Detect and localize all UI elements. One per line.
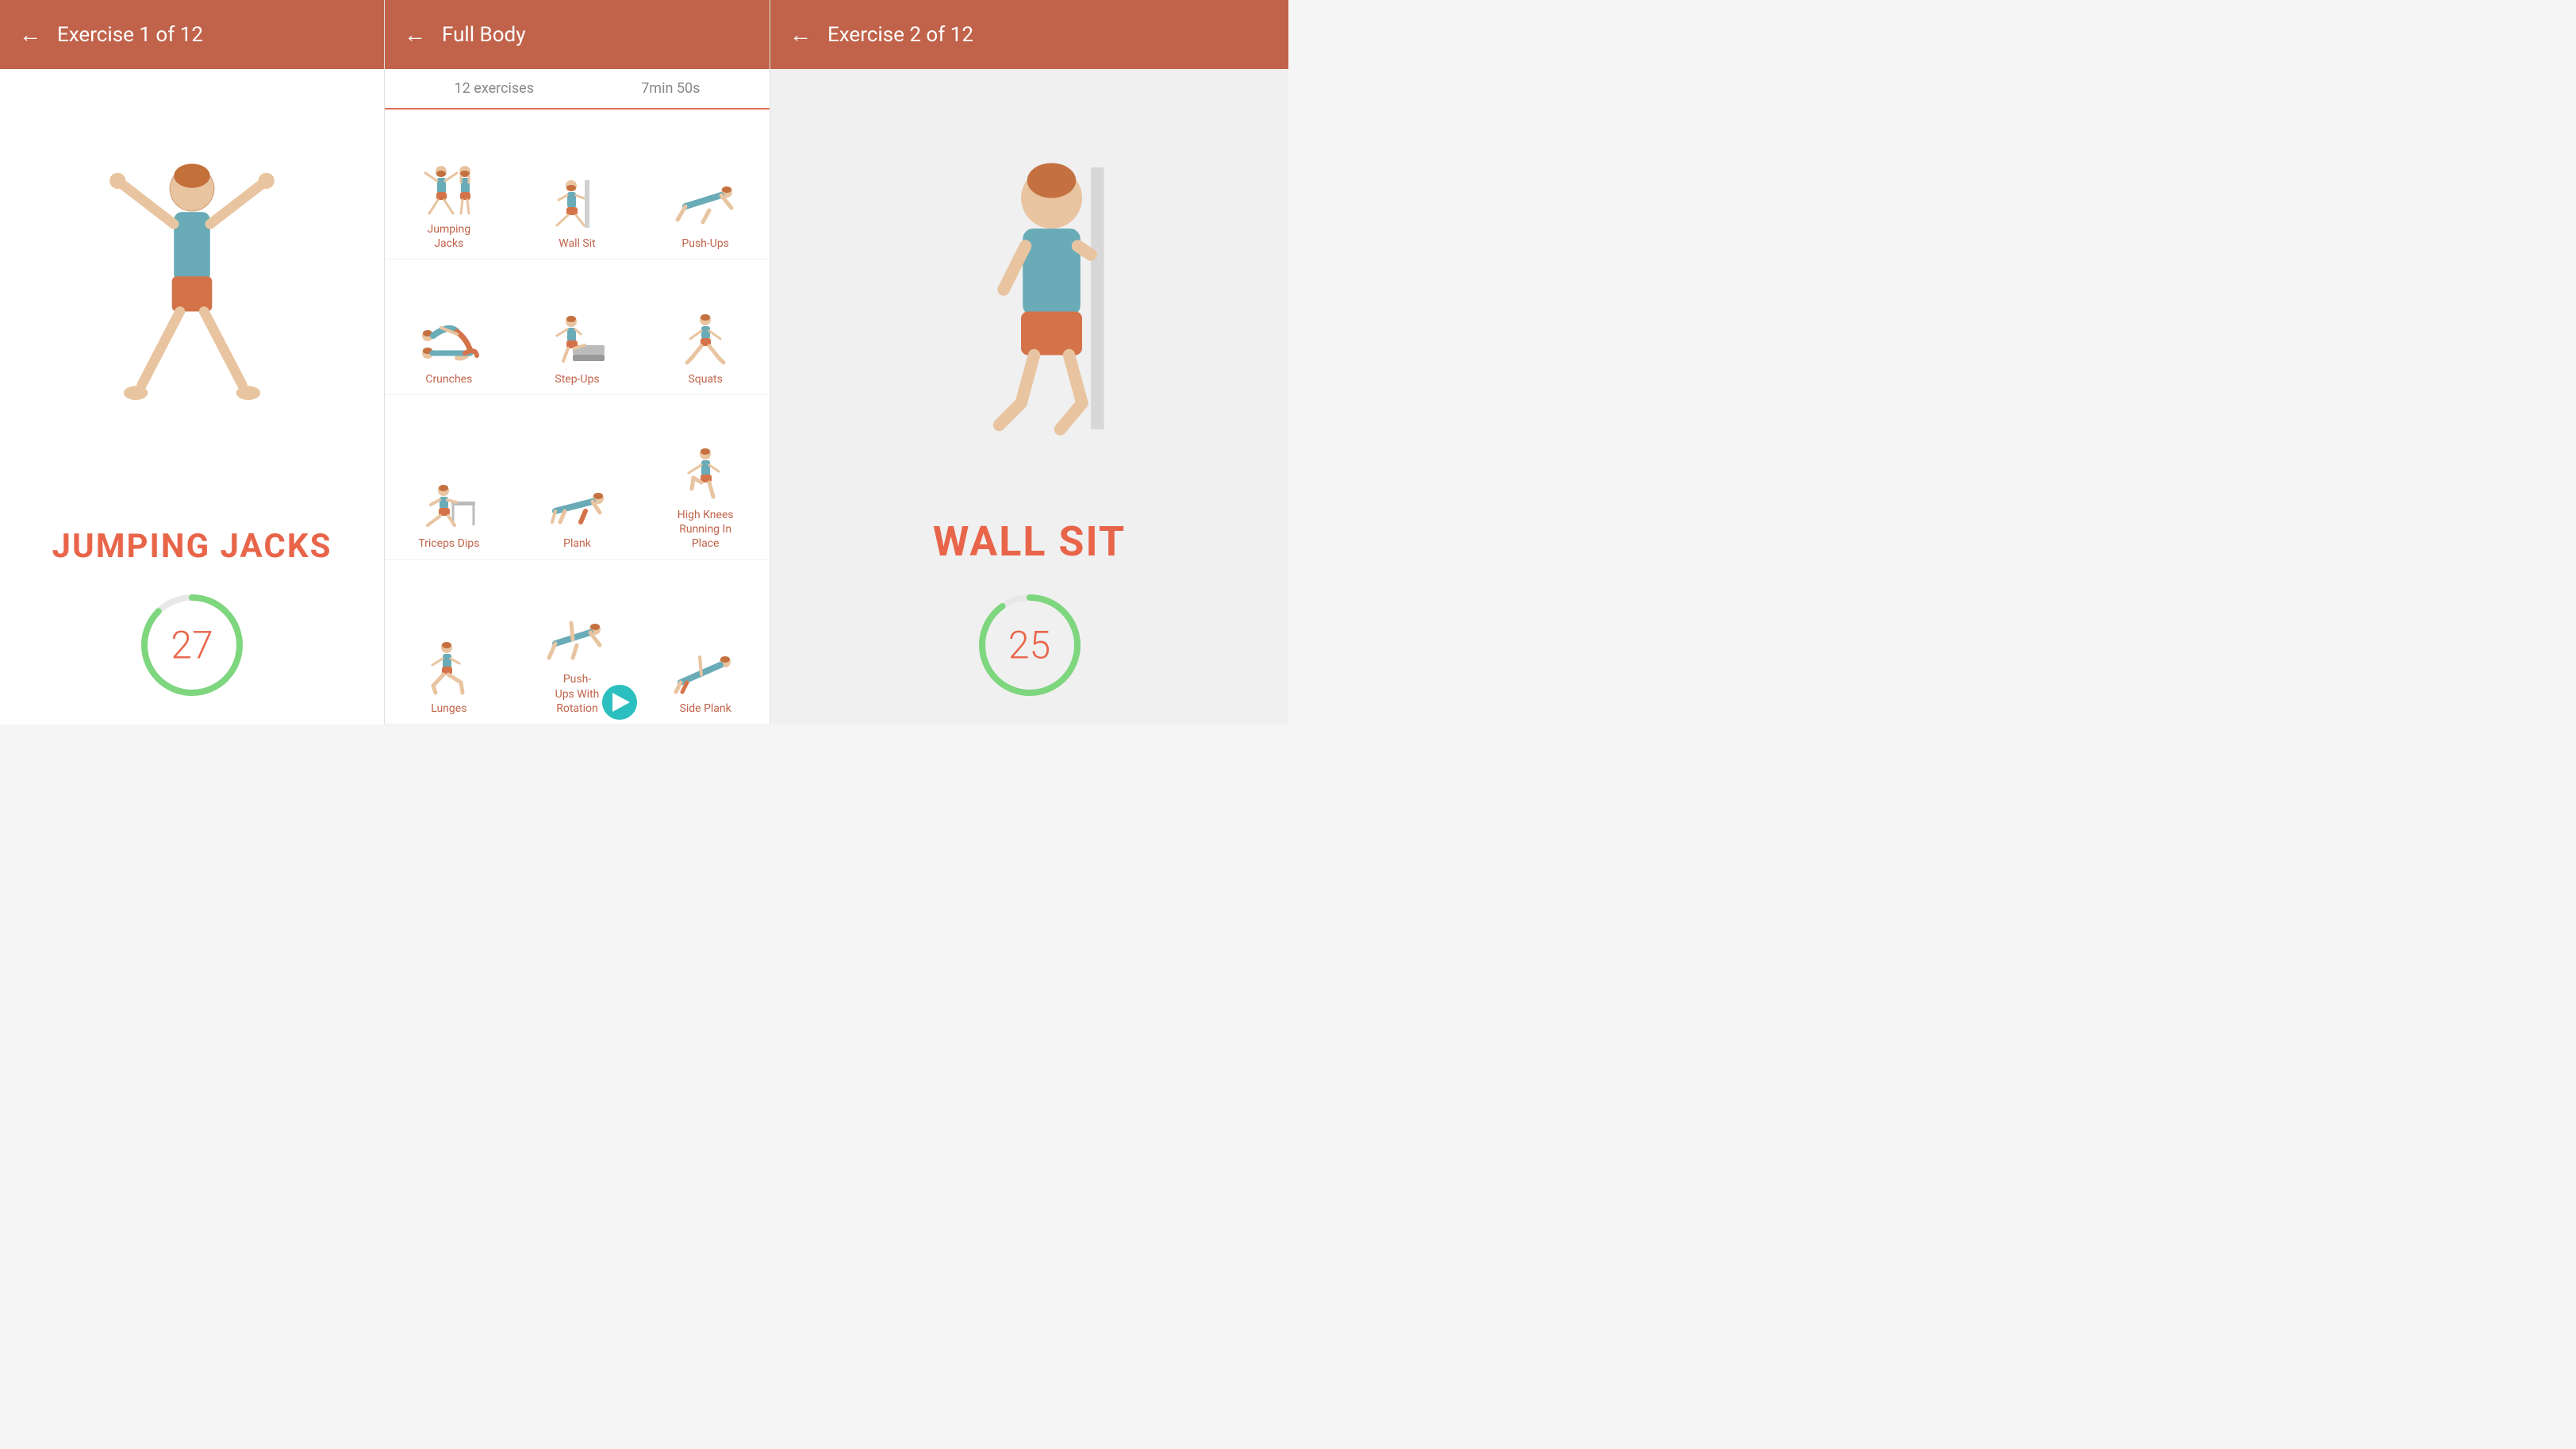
exercise-cell-triceps-dips[interactable]: Triceps Dips xyxy=(385,395,513,559)
step-ups-icon xyxy=(541,312,612,367)
play-button[interactable] xyxy=(602,685,637,720)
left-header-title: Exercise 1 of 12 xyxy=(57,23,203,47)
exercise-label-push-ups-rotation: Push-Ups WithRotation xyxy=(555,672,600,716)
exercise-cell-squats[interactable]: Squats xyxy=(641,259,770,395)
right-timer-number: 25 xyxy=(1008,623,1050,668)
exercises-grid: JumpingJacks Wall Sit xyxy=(385,110,770,724)
left-timer-number: 27 xyxy=(171,623,213,668)
exercises-count: 12 exercises xyxy=(455,80,534,97)
exercise-cell-jumping-jacks[interactable]: JumpingJacks xyxy=(385,110,513,259)
exercise-cell-step-ups[interactable]: Step-Ups xyxy=(513,259,642,395)
plank-icon xyxy=(541,476,612,532)
exercise-label-plank: Plank xyxy=(563,536,591,551)
exercise-label-push-ups: Push-Ups xyxy=(681,236,729,251)
exercise-label-jumping-jacks: JumpingJacks xyxy=(428,222,471,251)
crunches-icon xyxy=(413,312,485,367)
lunges-icon xyxy=(413,641,485,697)
center-header: ← Full Body xyxy=(385,0,770,69)
left-exercise-figure xyxy=(0,69,384,519)
right-timer-container: 25 xyxy=(770,574,1288,724)
exercise-cell-high-knees[interactable]: High KneesRunning InPlace xyxy=(641,395,770,559)
left-back-button[interactable]: ← xyxy=(19,21,41,48)
center-panel: ← Full Body 12 exercises 7min 50s xyxy=(384,0,770,724)
exercise-label-step-ups: Step-Ups xyxy=(555,372,599,386)
side-plank-icon xyxy=(670,641,741,697)
push-ups-icon xyxy=(670,176,741,232)
exercise-cell-crunches[interactable]: Crunches xyxy=(385,259,513,395)
exercise-cell-lunges[interactable]: Lunges xyxy=(385,560,513,724)
right-header-title: Exercise 2 of 12 xyxy=(827,23,973,47)
exercise-label-triceps-dips: Triceps Dips xyxy=(418,536,479,551)
exercise-label-high-knees: High KneesRunning InPlace xyxy=(678,508,734,552)
center-back-button[interactable]: ← xyxy=(404,21,426,48)
exercise-cell-plank[interactable]: Plank xyxy=(513,395,642,559)
exercise-label-side-plank: Side Plank xyxy=(680,701,731,716)
exercise-label-wall-sit: Wall Sit xyxy=(559,236,595,251)
right-back-button[interactable]: ← xyxy=(789,21,812,48)
left-exercise-name: JUMPING JACKS xyxy=(0,519,384,574)
right-timer-circle: 25 xyxy=(974,590,1085,701)
workout-duration: 7min 50s xyxy=(641,80,700,97)
exercise-cell-side-plank[interactable]: Side Plank xyxy=(641,560,770,724)
center-header-title: Full Body xyxy=(442,23,526,47)
right-exercise-figure xyxy=(770,69,1288,509)
left-panel: ← Exercise 1 of 12 xyxy=(0,0,384,724)
wall-sit-icon xyxy=(541,176,612,232)
jumping-jacks-icon xyxy=(413,162,485,217)
right-panel: ← Exercise 2 of 12 WALL SIT xyxy=(770,0,1288,724)
exercise-label-crunches: Crunches xyxy=(425,372,472,386)
workout-stats: 12 exercises 7min 50s xyxy=(385,69,770,110)
exercise-label-squats: Squats xyxy=(688,372,722,386)
left-header: ← Exercise 1 of 12 xyxy=(0,0,384,69)
jumping-jacks-svg xyxy=(57,144,327,445)
right-exercise-name: WALL SIT xyxy=(770,509,1288,574)
wall-sit-svg xyxy=(879,115,1181,464)
squats-icon xyxy=(670,312,741,367)
exercise-cell-push-ups-rotation[interactable]: Push-Ups WithRotation xyxy=(513,560,642,724)
triceps-dips-icon xyxy=(413,476,485,532)
right-header: ← Exercise 2 of 12 xyxy=(770,0,1288,69)
left-timer-container: 27 xyxy=(0,574,384,724)
high-knees-icon xyxy=(670,448,741,503)
exercise-cell-push-ups[interactable]: Push-Ups xyxy=(641,110,770,259)
exercise-label-lunges: Lunges xyxy=(431,701,466,716)
exercise-cell-wall-sit[interactable]: Wall Sit xyxy=(513,110,642,259)
push-ups-rotation-icon xyxy=(541,612,612,667)
left-timer-circle: 27 xyxy=(136,590,248,701)
